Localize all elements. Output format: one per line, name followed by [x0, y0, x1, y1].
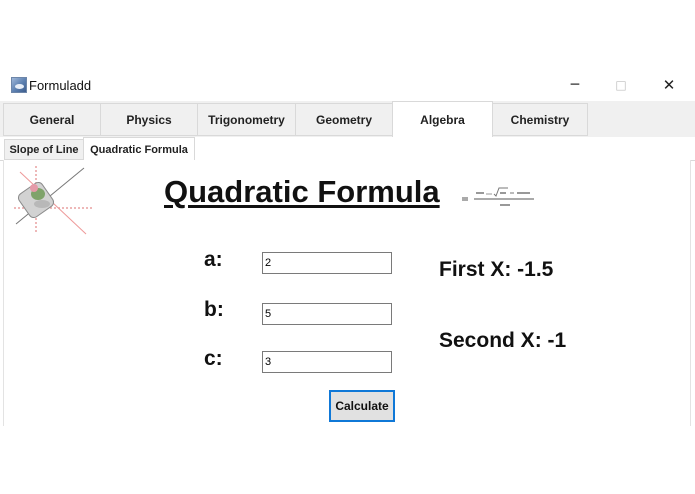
tab-chemistry[interactable]: Chemistry [492, 103, 588, 136]
page-title: Quadratic Formula [164, 174, 440, 209]
close-button[interactable]: ✕ [646, 68, 692, 101]
main-tab-bar: General Physics Trigonometry Geometry Al… [0, 101, 695, 138]
first-x-result: First X: -1.5 [439, 258, 554, 281]
quadratic-formula-image [462, 187, 534, 206]
tab-algebra[interactable]: Algebra [392, 101, 493, 138]
quadratic-formula-panel: Quadratic Formula a: b: c: First X: -1.5… [3, 160, 691, 426]
tab-trigonometry[interactable]: Trigonometry [197, 103, 296, 136]
graph-logo-icon [14, 166, 92, 235]
sub-tab-bar: Slope of Line Quadratic Formula [0, 137, 695, 161]
window-title: Formuladd [29, 78, 92, 93]
tab-general[interactable]: General [3, 103, 101, 136]
subtab-quadratic-formula[interactable]: Quadratic Formula [83, 137, 195, 161]
minimize-button[interactable]: ─ [552, 68, 598, 101]
app-window: Formuladd ─ □ ✕ General Physics Trigonom… [0, 68, 695, 426]
input-c[interactable] [262, 351, 392, 373]
label-c: c: [204, 347, 223, 370]
tab-geometry[interactable]: Geometry [295, 103, 393, 136]
second-x-result: Second X: -1 [439, 329, 567, 352]
maximize-button[interactable]: □ [598, 68, 644, 101]
title-bar[interactable]: Formuladd ─ □ ✕ [0, 68, 695, 101]
label-a: a: [204, 248, 223, 271]
label-b: b: [204, 298, 224, 321]
input-b[interactable] [262, 303, 392, 325]
app-logo-icon [11, 77, 27, 93]
tab-physics[interactable]: Physics [100, 103, 198, 136]
calculate-button[interactable]: Calculate [329, 390, 395, 422]
subtab-slope-of-line[interactable]: Slope of Line [4, 139, 84, 160]
input-a[interactable] [262, 252, 392, 274]
